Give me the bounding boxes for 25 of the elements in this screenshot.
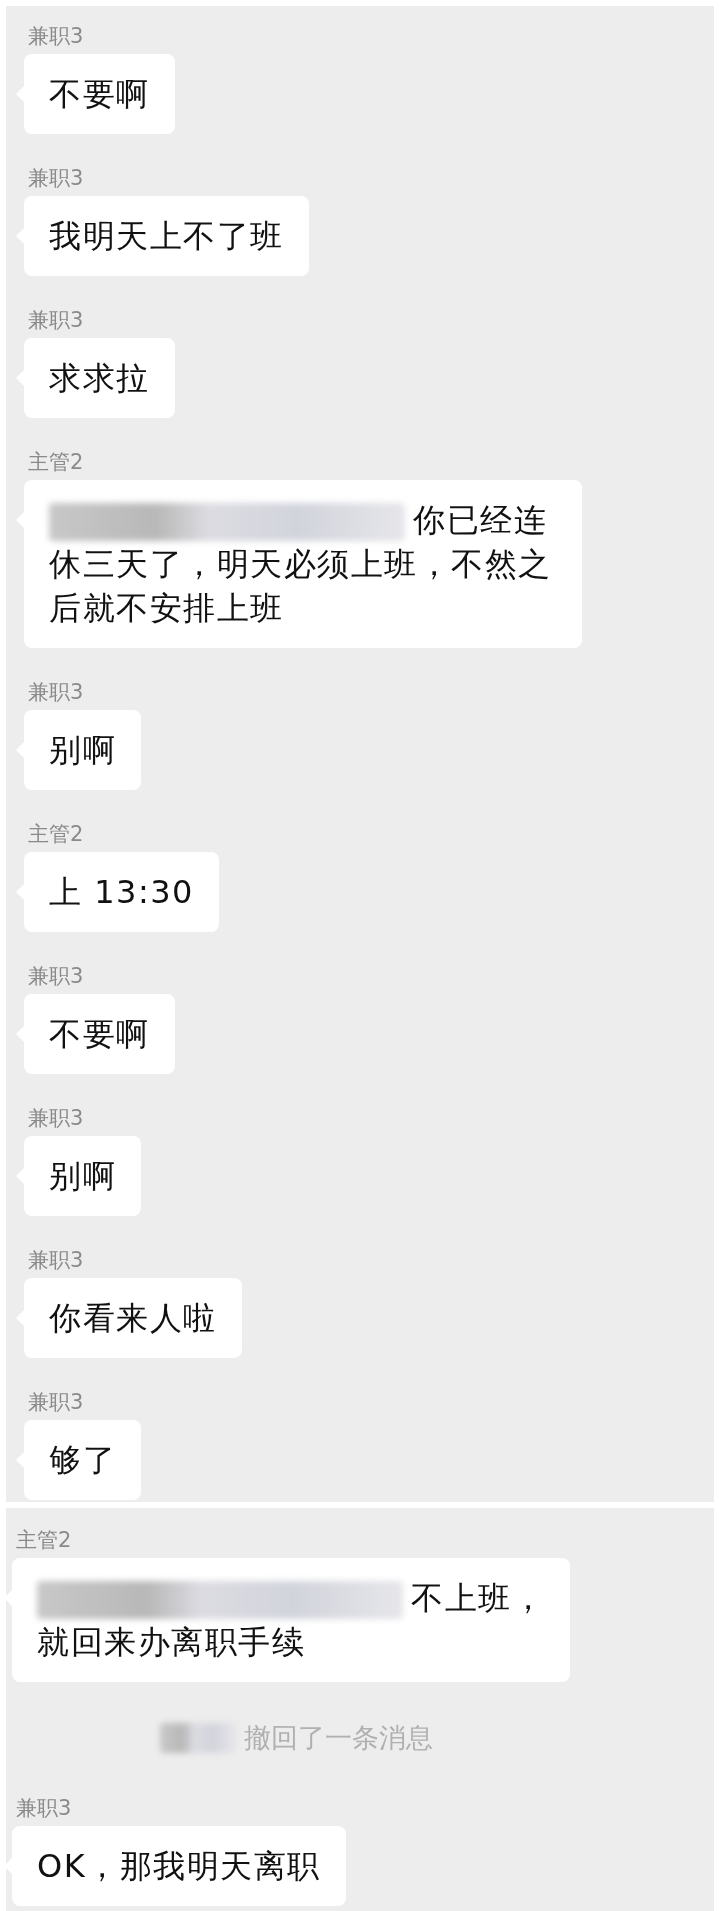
message-bubble: 我明天上不了班 <box>24 196 309 276</box>
message-bubble: 不上班，就回来办离职手续 <box>12 1558 570 1682</box>
message-bubble: 别啊 <box>24 1136 141 1216</box>
sender-name: 兼职3 <box>27 165 84 192</box>
message-bubble: 不要啊 <box>24 54 175 134</box>
sender-name: 兼职3 <box>27 23 84 50</box>
message-bubble: 不要啊 <box>24 994 175 1074</box>
message-bubble: 求求拉 <box>24 338 175 418</box>
sender-name: 兼职3 <box>27 1247 84 1274</box>
sender-name: 兼职3 <box>27 679 84 706</box>
message-bubble: OK，那我明天离职 <box>12 1826 346 1906</box>
sender-name: 兼职3 <box>27 1105 84 1132</box>
message-bubble: 你看来人啦 <box>24 1278 242 1358</box>
sender-name: 主管2 <box>15 1527 72 1554</box>
sender-name: 兼职3 <box>27 307 84 334</box>
message-bubble: 别啊 <box>24 710 141 790</box>
message-bubble: 够了 <box>24 1420 141 1500</box>
message-bubble: 上 13:30 <box>24 852 219 932</box>
message-bubble: 你已经连休三天了，明天必须上班，不然之后就不安排上班 <box>24 480 582 648</box>
recall-notice: 撤回了一条消息 <box>244 1721 433 1755</box>
sender-name: 兼职3 <box>27 1389 84 1416</box>
sender-name: 兼职3 <box>15 1795 72 1822</box>
sender-name: 主管2 <box>27 821 84 848</box>
sender-name: 兼职3 <box>27 963 84 990</box>
sender-name: 主管2 <box>27 449 84 476</box>
